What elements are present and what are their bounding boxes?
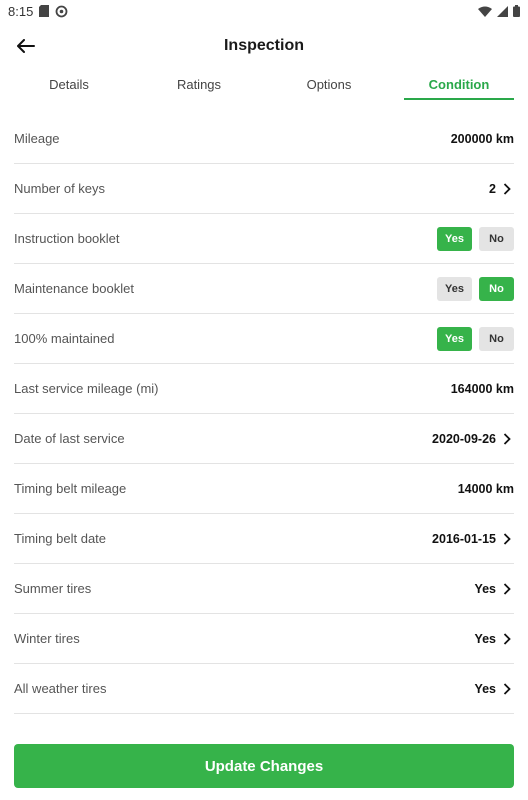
app-bar: Inspection — [0, 26, 528, 66]
yes-button[interactable]: Yes — [437, 276, 472, 301]
status-right — [478, 5, 520, 17]
chevron-right-icon — [500, 532, 514, 546]
tab-ratings[interactable]: Ratings — [134, 68, 264, 100]
row-label: Date of last service — [14, 431, 125, 446]
row-label: Summer tires — [14, 581, 92, 596]
yes-button[interactable]: Yes — [437, 326, 472, 351]
row-date-of-last-service[interactable]: Date of last service 2020-09-26 — [14, 414, 514, 464]
yes-no-toggle: Yes No — [437, 226, 514, 251]
chevron-right-icon — [500, 682, 514, 696]
no-button[interactable]: No — [479, 276, 514, 301]
status-left: 8:15 — [8, 4, 68, 19]
yes-no-toggle: Yes No — [437, 276, 514, 301]
timing-belt-mileage-value: 14000 km — [457, 481, 514, 496]
row-100-maintained: 100% maintained Yes No — [14, 314, 514, 364]
row-value-group: 2020-09-26 — [432, 432, 514, 446]
chevron-right-icon — [500, 432, 514, 446]
row-value-group: Yes — [474, 582, 514, 596]
row-value-group: 200000 km — [451, 132, 514, 146]
sync-icon — [55, 5, 68, 18]
status-bar: 8:15 — [0, 0, 528, 22]
row-label: Maintenance booklet — [14, 281, 134, 296]
winter-tires-value: Yes — [474, 631, 496, 646]
row-last-service-mileage[interactable]: Last service mileage (mi) 164000 km — [14, 364, 514, 414]
row-summer-tires[interactable]: Summer tires Yes — [14, 564, 514, 614]
arrow-left-icon — [17, 39, 35, 53]
summer-tires-value: Yes — [474, 581, 496, 596]
status-time: 8:15 — [8, 3, 34, 19]
row-number-of-keys[interactable]: Number of keys 2 — [14, 164, 514, 214]
row-label: Instruction booklet — [14, 231, 120, 246]
row-label: Timing belt date — [14, 531, 107, 546]
row-value-group: Yes — [474, 682, 514, 696]
signal-icon — [497, 5, 508, 17]
condition-list: Mileage 200000 km Number of keys 2 Instr… — [14, 114, 514, 714]
mileage-value: 200000 km — [450, 131, 514, 146]
row-value-group: 2 — [489, 182, 514, 196]
row-timing-belt-mileage[interactable]: Timing belt mileage 14000 km — [14, 464, 514, 514]
row-instruction-booklet: Instruction booklet Yes No — [14, 214, 514, 264]
wifi-icon — [478, 6, 492, 17]
sd-card-icon — [39, 5, 50, 17]
update-changes-button[interactable]: Update Changes — [14, 744, 514, 788]
row-label: 100% maintained — [14, 331, 115, 346]
row-timing-belt-date[interactable]: Timing belt date 2016-01-15 — [14, 514, 514, 564]
chevron-right-icon — [500, 582, 514, 596]
row-label: All weather tires — [14, 681, 107, 696]
row-value-group: Yes — [474, 632, 514, 646]
row-label: Winter tires — [14, 631, 80, 646]
row-value-group: 2016-01-15 — [432, 532, 514, 546]
tab-details[interactable]: Details — [4, 68, 134, 100]
keys-value: 2 — [489, 181, 496, 196]
no-button[interactable]: No — [479, 326, 514, 351]
last-service-date-value: 2020-09-26 — [432, 431, 496, 446]
yes-no-toggle: Yes No — [437, 326, 514, 351]
row-label: Number of keys — [14, 181, 106, 196]
back-button[interactable] — [14, 34, 38, 58]
page-title: Inspection — [223, 37, 304, 54]
row-value-group: 14000 km — [458, 482, 514, 496]
last-service-mileage-value: 164000 km — [450, 381, 514, 396]
row-value-group: 164000 km — [451, 382, 514, 396]
tab-bar: Details Ratings Options Condition — [4, 68, 524, 100]
no-button[interactable]: No — [479, 226, 514, 251]
row-mileage[interactable]: Mileage 200000 km — [14, 114, 514, 164]
row-label: Last service mileage (mi) — [14, 381, 159, 396]
tab-options[interactable]: Options — [264, 68, 394, 100]
row-maintenance-booklet: Maintenance booklet Yes No — [14, 264, 514, 314]
chevron-right-icon — [500, 182, 514, 196]
yes-button[interactable]: Yes — [437, 226, 472, 251]
tab-condition[interactable]: Condition — [394, 68, 524, 100]
row-label: Mileage — [14, 131, 60, 146]
timing-belt-date-value: 2016-01-15 — [432, 531, 496, 546]
row-all-weather-tires[interactable]: All weather tires Yes — [14, 664, 514, 714]
row-label: Timing belt mileage — [14, 481, 127, 496]
chevron-right-icon — [500, 632, 514, 646]
battery-icon — [513, 5, 520, 17]
all-weather-tires-value: Yes — [474, 681, 496, 696]
row-winter-tires[interactable]: Winter tires Yes — [14, 614, 514, 664]
